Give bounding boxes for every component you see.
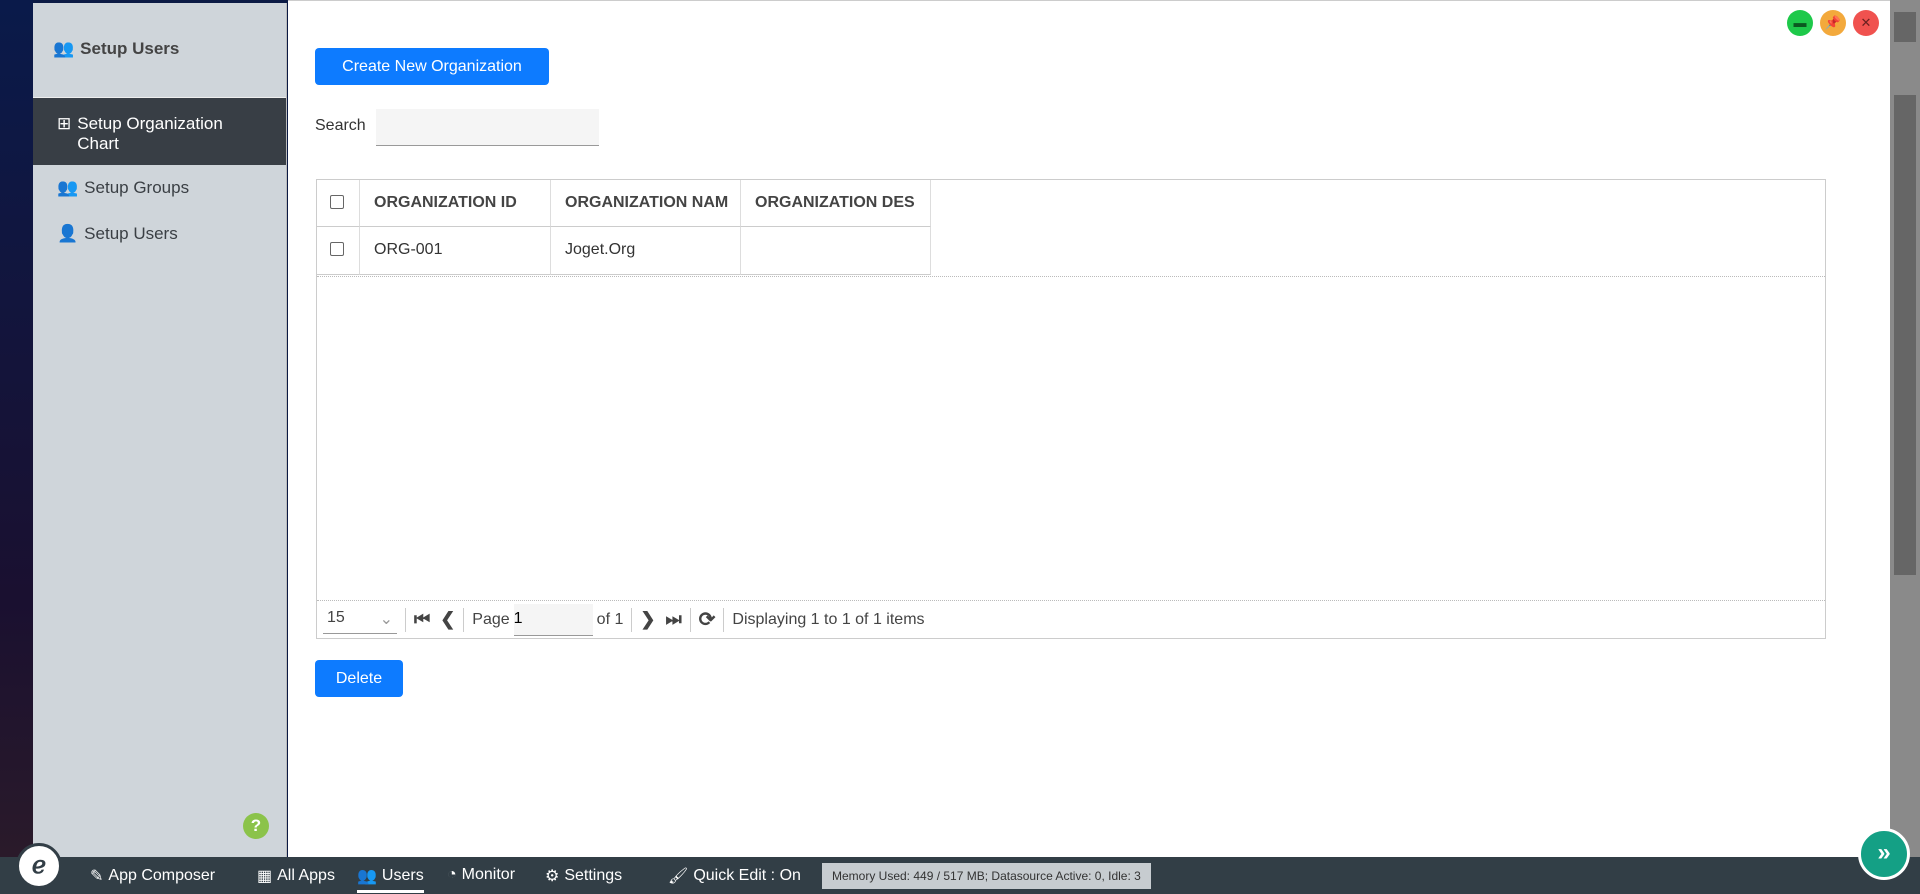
link-label: Quick Edit : On <box>693 867 801 884</box>
table-empty-area <box>317 276 1825 600</box>
table-cell[interactable] <box>741 227 931 275</box>
sidebar-item-users[interactable]: 👤 Setup Users <box>33 224 286 244</box>
column-header[interactable]: ORGANIZATION DES <box>741 180 931 227</box>
edit-icon: ✎ <box>90 868 104 885</box>
help-icon[interactable]: ? <box>243 813 269 839</box>
pager-status: Displaying 1 to 1 of 1 items <box>732 610 925 628</box>
divider <box>689 607 691 632</box>
sidebar-title: 👥 Setup Users <box>53 39 179 59</box>
page-size-select[interactable]: 15 ⌄ <box>323 605 397 634</box>
memory-status: Memory Used: 449 / 517 MB; Datasource Ac… <box>822 863 1151 889</box>
scrollbar[interactable] <box>1890 0 1920 857</box>
divider <box>405 607 406 632</box>
row-checkbox[interactable] <box>330 242 344 256</box>
column-header[interactable]: ORGANIZATION ID <box>360 180 551 227</box>
grid-icon: ▦ <box>257 868 273 885</box>
page-input[interactable] <box>513 603 593 636</box>
prev-page-icon[interactable]: ❮ <box>440 609 455 630</box>
create-organization-button[interactable]: Create New Organization <box>315 48 549 85</box>
joget-logo[interactable]: ℯ <box>16 843 62 889</box>
table-cell[interactable]: ORG-001 <box>360 227 551 275</box>
sidebar-item-label: Setup Organization Chart <box>77 114 223 153</box>
sidebar: 👥 Setup Users ⊞ Setup Organization Chart 👥… <box>33 3 287 857</box>
monitor-link[interactable]: ◔ Monitor <box>447 866 515 884</box>
link-label: Users <box>381 867 424 884</box>
column-header[interactable]: ORGANIZATION NAM <box>551 180 741 227</box>
users-link[interactable]: 👥 Users <box>357 866 424 893</box>
page-count: of 1 <box>596 610 624 628</box>
divider <box>723 607 725 632</box>
brush-icon: 🖌 <box>668 868 689 885</box>
first-page-icon[interactable]: ⏮ <box>414 609 430 630</box>
link-label: Monitor <box>461 866 516 883</box>
expand-button[interactable]: » <box>1858 828 1910 880</box>
quick-edit-toggle[interactable]: 🖌 Quick Edit : On <box>668 866 801 886</box>
users-icon: 👥 <box>357 868 377 885</box>
sidebar-title-text: Setup Users <box>80 39 180 58</box>
next-page-icon[interactable]: ❯ <box>640 609 655 630</box>
bottom-bar: ✎ App Composer ▦ All Apps 👥 Users ◔ Monitor … <box>0 857 1920 894</box>
dashboard-icon: ◔ <box>447 866 457 883</box>
gears-icon: ⚙ <box>545 868 560 885</box>
desktop-background <box>0 0 33 857</box>
select-all-cell <box>317 180 360 227</box>
page-size-value: 15 <box>327 609 345 626</box>
chevron-down-icon: ⌄ <box>379 611 393 628</box>
users-icon: 👥 <box>53 39 75 58</box>
link-label: Settings <box>564 867 623 884</box>
table-cell[interactable]: Joget.Org <box>551 227 741 275</box>
sidebar-item-org-chart[interactable]: ⊞ Setup Organization Chart <box>33 98 286 165</box>
last-page-icon[interactable]: ⏭ <box>665 609 681 630</box>
sidebar-item-label: Setup Groups <box>84 178 190 197</box>
pin-button[interactable]: 📌 <box>1820 10 1846 36</box>
link-label: All Apps <box>277 867 335 884</box>
divider <box>631 607 633 632</box>
row-checkbox-cell <box>317 227 360 275</box>
link-label: App Composer <box>108 867 216 884</box>
main-panel: ▬ 📌 ✕ Create New Organization Search ORG… <box>288 0 1890 857</box>
page-label: Page <box>472 610 510 628</box>
divider <box>463 607 465 632</box>
sidebar-item-groups[interactable]: 👥 Setup Groups <box>33 178 286 198</box>
search-input[interactable] <box>376 109 599 146</box>
pager: 15 ⌄ ⏮ ❮ Page of 1 ❯ ⏭ ⟳ Displaying 1 to … <box>317 600 1825 638</box>
all-apps-link[interactable]: ▦ All Apps <box>257 866 335 886</box>
delete-button[interactable]: Delete <box>315 660 403 697</box>
users-icon: 👥 <box>57 178 79 197</box>
sidebar-item-label: Setup Users <box>84 224 178 243</box>
select-all-checkbox[interactable] <box>330 195 344 209</box>
sitemap-icon: ⊞ <box>57 114 72 133</box>
app-composer-link[interactable]: ✎ App Composer <box>90 866 215 886</box>
refresh-icon[interactable]: ⟳ <box>699 607 716 632</box>
close-button[interactable]: ✕ <box>1853 10 1879 36</box>
settings-link[interactable]: ⚙ Settings <box>545 866 622 886</box>
organization-table: ORGANIZATION ID ORGANIZATION NAM ORGANIZ… <box>316 179 1826 639</box>
user-icon: 👤 <box>57 224 79 243</box>
maximize-button[interactable]: ▬ <box>1787 10 1813 36</box>
search-label: Search <box>315 117 366 134</box>
